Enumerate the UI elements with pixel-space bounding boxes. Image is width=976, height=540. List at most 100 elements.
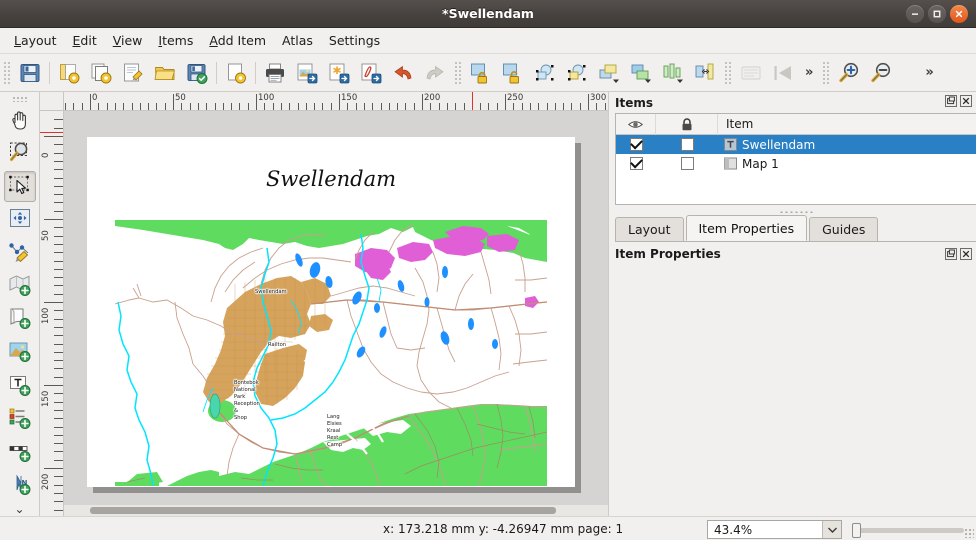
add-north-arrow-tool[interactable]: N (4, 468, 36, 499)
tab-layout[interactable]: Layout (615, 217, 684, 241)
row-item-name[interactable]: Swellendam (718, 135, 976, 154)
layout-canvas[interactable]: Swellendam (64, 111, 608, 516)
toolbar-overflow-chevron-2[interactable]: » (919, 65, 939, 80)
scrollbar-thumb[interactable] (90, 507, 556, 514)
add-shape-tool[interactable] (4, 303, 36, 334)
unlock-items-button[interactable] (498, 58, 528, 88)
checkbox-visible[interactable] (630, 138, 643, 151)
checkbox-locked[interactable] (681, 157, 694, 170)
toolbox-grip[interactable] (12, 96, 28, 102)
save-project-button[interactable] (15, 58, 45, 88)
toolbar-overflow-chevron[interactable]: » (799, 65, 819, 80)
row-visibility-checkbox[interactable] (616, 135, 656, 154)
move-item-content-tool[interactable] (4, 204, 36, 235)
dock-splitter[interactable] (615, 207, 976, 215)
lock-items-button[interactable] (466, 58, 496, 88)
canvas-horizontal-scrollbar[interactable] (64, 505, 608, 516)
open-layout-button[interactable] (150, 58, 180, 88)
zoom-tool[interactable] (4, 138, 36, 169)
layout-manager-button[interactable] (118, 58, 148, 88)
menu-atlas[interactable]: Atlas (274, 30, 321, 51)
zoom-in-button[interactable] (834, 58, 864, 88)
menu-add-item[interactable]: Add Item (201, 30, 274, 51)
ruler-minor-tick (430, 103, 431, 110)
menu-edit[interactable]: Edit (65, 30, 105, 51)
table-row[interactable]: Swellendam (616, 135, 976, 154)
undo-button[interactable] (388, 58, 418, 88)
atlas-settings-button[interactable] (736, 58, 766, 88)
ruler-major-tick (173, 94, 174, 111)
add-map-tool[interactable] (4, 270, 36, 301)
toolbar-grip[interactable] (822, 61, 830, 85)
layout-page[interactable]: Swellendam (87, 137, 575, 487)
tab-item-properties[interactable]: Item Properties (686, 215, 808, 241)
ruler-major-tick (44, 219, 63, 220)
horizontal-ruler[interactable]: 050100150200250300 (64, 92, 608, 111)
ruler-minor-tick (54, 352, 63, 353)
items-close-button[interactable] (960, 95, 972, 107)
group-items-button[interactable] (530, 58, 560, 88)
toolbar-grip[interactable] (3, 61, 11, 85)
new-page-button[interactable] (221, 58, 251, 88)
ungroup-items-button[interactable] (562, 58, 592, 88)
table-row[interactable]: Map 1 (616, 154, 976, 173)
export-pdf-button[interactable] (356, 58, 386, 88)
select-move-item-tool[interactable] (4, 171, 36, 202)
pan-layout-tool[interactable] (4, 105, 36, 136)
add-picture-tool[interactable] (4, 336, 36, 367)
toolbar-grip[interactable] (724, 61, 732, 85)
raise-items-button[interactable] (594, 58, 624, 88)
map-title-item[interactable]: Swellendam (87, 167, 575, 191)
row-item-name[interactable]: Map 1 (718, 154, 976, 173)
duplicate-layout-button[interactable] (86, 58, 116, 88)
maximize-button[interactable] (928, 5, 946, 23)
add-legend-tool[interactable] (4, 402, 36, 433)
zoom-slider[interactable] (852, 528, 964, 533)
map-item[interactable]: Swellendam Railton Bontebok National Par… (115, 192, 547, 486)
print-button[interactable] (260, 58, 290, 88)
ruler-minor-tick (82, 103, 83, 110)
align-items-button[interactable] (658, 58, 688, 88)
props-close-button[interactable] (960, 248, 972, 260)
edit-nodes-tool[interactable] (4, 237, 36, 268)
lower-items-button[interactable] (626, 58, 656, 88)
distribute-items-button[interactable] (690, 58, 720, 88)
zoom-slider-knob[interactable] (852, 523, 861, 538)
tab-guides[interactable]: Guides (809, 217, 878, 241)
zoom-level-combobox[interactable]: 43.4% (707, 520, 842, 539)
ruler-major-tick (90, 94, 91, 111)
ruler-minor-tick (480, 103, 481, 110)
redo-button[interactable] (420, 58, 450, 88)
new-layout-button[interactable] (54, 58, 84, 88)
resize-grip[interactable] (964, 528, 974, 538)
ruler-minor-tick (132, 103, 133, 110)
checkbox-locked[interactable] (681, 138, 694, 151)
menu-items[interactable]: Items (150, 30, 201, 51)
row-visibility-checkbox[interactable] (616, 154, 656, 173)
props-float-button[interactable] (945, 248, 957, 260)
ruler-minor-tick (439, 103, 440, 110)
toolbar-grip[interactable] (454, 61, 462, 85)
zoom-out-button[interactable] (866, 58, 896, 88)
menu-settings[interactable]: Settings (321, 30, 388, 51)
items-float-button[interactable] (945, 95, 957, 107)
add-scalebar-tool[interactable] (4, 435, 36, 466)
atlas-first-feature-button[interactable] (768, 58, 798, 88)
export-image-button[interactable] (292, 58, 322, 88)
checkbox-visible[interactable] (630, 157, 643, 170)
row-lock-checkbox[interactable] (656, 135, 718, 154)
chevron-down-icon[interactable] (822, 521, 841, 538)
toolbox-overflow-chevron[interactable]: ⌄ (14, 502, 24, 516)
add-label-tool[interactable] (4, 369, 36, 400)
row-lock-checkbox[interactable] (656, 154, 718, 173)
ruler-minor-tick (447, 103, 448, 110)
vertical-ruler[interactable]: 050100150200 (40, 111, 64, 516)
close-button[interactable] (950, 5, 968, 23)
main-toolbar: » » (0, 54, 976, 92)
menu-layout[interactable]: Layout (6, 30, 65, 51)
export-svg-button[interactable] (324, 58, 354, 88)
minimize-button[interactable] (906, 5, 924, 23)
save-layout-button[interactable] (182, 58, 212, 88)
items-list-panel[interactable]: Item Swellendam (615, 113, 976, 205)
menu-view[interactable]: View (105, 30, 151, 51)
